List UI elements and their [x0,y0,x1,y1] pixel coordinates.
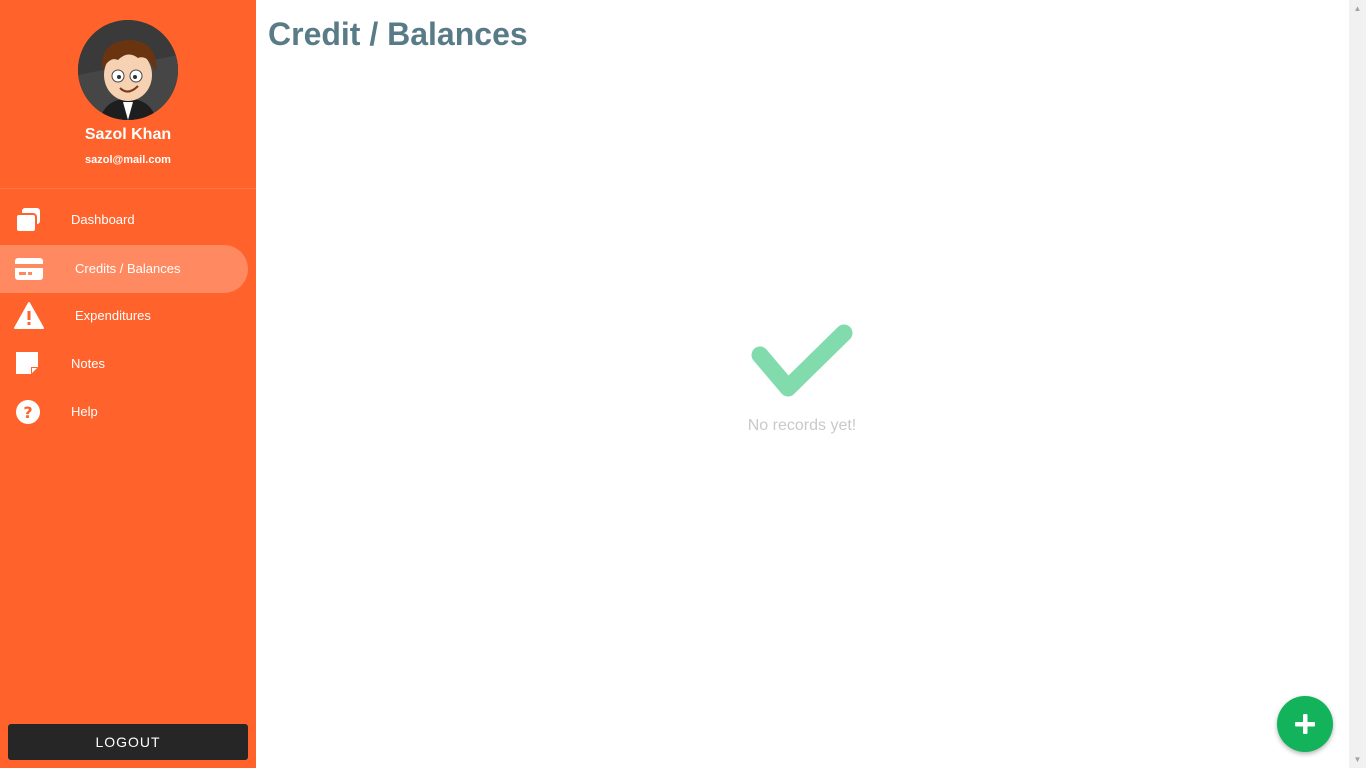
sidebar-item-credits[interactable]: Credits / Balances [0,245,248,293]
empty-state-message: No records yet! [747,417,857,434]
page-title: Credit / Balances [268,16,528,52]
user-name: Sazol Khan [84,126,172,143]
add-record-button[interactable] [1277,696,1333,752]
vertical-scrollbar[interactable]: ▲ ▼ [1349,0,1366,768]
user-profile: Sazol Khan sazol@mail.com [0,0,256,189]
sidebar-item-label: Credits / Balances [75,261,181,276]
sidebar-item-label: Notes [71,356,105,371]
scroll-down-icon[interactable]: ▼ [1349,751,1366,768]
note-icon [14,350,44,378]
svg-text:?: ? [23,403,32,422]
scroll-up-icon[interactable]: ▲ [1349,0,1366,17]
sidebar-item-label: Dashboard [71,212,135,227]
warning-icon [14,302,44,330]
checkmark-icon [740,320,864,415]
user-email: sazol@mail.com [85,154,171,166]
sidebar-item-label: Help [71,404,98,419]
sidebar: Sazol Khan sazol@mail.com Dashboard Cred… [0,0,256,768]
avatar [78,20,178,120]
sidebar-item-dashboard[interactable]: Dashboard [0,196,248,244]
sidebar-item-notes[interactable]: Notes [0,340,248,388]
sidebar-item-help[interactable]: ? Help [0,388,248,436]
plus-icon [1277,696,1333,757]
copy-icon [14,206,44,234]
logout-button[interactable]: LOGOUT [8,724,248,760]
sidebar-item-label: Expenditures [75,308,151,323]
sidebar-item-expenditures[interactable]: Expenditures [0,292,248,340]
question-circle-icon: ? [14,398,44,426]
credit-card-icon [14,255,44,283]
